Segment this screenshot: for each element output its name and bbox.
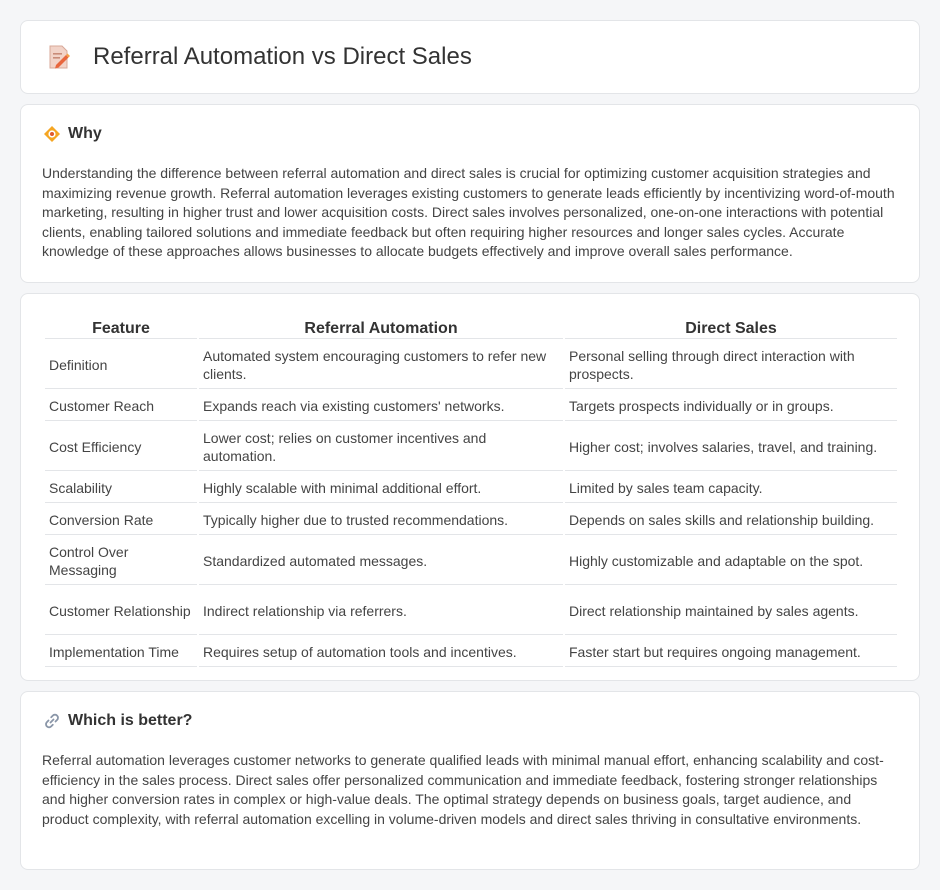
referral-cell: Requires setup of automation tools and i…: [199, 637, 563, 667]
referral-cell: Lower cost; relies on customer incentive…: [199, 423, 563, 471]
header-referral-automation: Referral Automation: [199, 320, 563, 339]
page-title: Referral Automation vs Direct Sales: [93, 43, 472, 70]
target-badge-icon: [44, 126, 60, 142]
table-row: Control Over Messaging Standardized auto…: [45, 537, 897, 585]
feature-cell: Customer Relationship: [45, 587, 197, 635]
table-row: Definition Automated system encouraging …: [45, 341, 897, 389]
referral-cell: Highly scalable with minimal additional …: [199, 473, 563, 503]
document-pencil-icon: [49, 45, 70, 69]
feature-cell: Cost Efficiency: [45, 423, 197, 471]
table-row: Cost Efficiency Lower cost; relies on cu…: [45, 423, 897, 471]
feature-cell: Conversion Rate: [45, 505, 197, 535]
direct-cell: Limited by sales team capacity.: [565, 473, 897, 503]
direct-cell: Faster start but requires ongoing manage…: [565, 637, 897, 667]
referral-cell: Indirect relationship via referrers.: [199, 587, 563, 635]
feature-cell: Implementation Time: [45, 637, 197, 667]
which-is-better-section: Which is better? Referral automation lev…: [20, 691, 920, 870]
referral-cell: Standardized automated messages.: [199, 537, 563, 585]
comparison-section: Feature Referral Automation Direct Sales…: [20, 293, 920, 681]
feature-cell: Scalability: [45, 473, 197, 503]
table-row: Implementation Time Requires setup of au…: [45, 637, 897, 667]
why-title: Why: [68, 125, 102, 142]
direct-cell: Depends on sales skills and relationship…: [565, 505, 897, 535]
link-icon: [45, 713, 59, 729]
feature-cell: Control Over Messaging: [45, 537, 197, 585]
feature-cell: Customer Reach: [45, 391, 197, 421]
table-row: Customer Reach Expands reach via existin…: [45, 391, 897, 421]
better-title: Which is better?: [68, 712, 193, 729]
referral-cell: Typically higher due to trusted recommen…: [199, 505, 563, 535]
referral-cell: Automated system encouraging customers t…: [199, 341, 563, 389]
direct-cell: Highly customizable and adaptable on the…: [565, 537, 897, 585]
header-direct-sales: Direct Sales: [565, 320, 897, 339]
better-text: Referral automation leverages customer n…: [42, 752, 884, 827]
header-feature: Feature: [45, 320, 197, 339]
table-header-row: Feature Referral Automation Direct Sales: [45, 320, 897, 339]
comparison-table: Feature Referral Automation Direct Sales…: [43, 318, 899, 669]
table-row: Scalability Highly scalable with minimal…: [45, 473, 897, 503]
direct-cell: Targets prospects individually or in gro…: [565, 391, 897, 421]
direct-cell: Personal selling through direct interact…: [565, 341, 897, 389]
direct-cell: Direct relationship maintained by sales …: [565, 587, 897, 635]
header-card: Referral Automation vs Direct Sales: [20, 20, 920, 94]
why-text: Understanding the difference between ref…: [42, 165, 895, 259]
feature-cell: Definition: [45, 341, 197, 389]
referral-cell: Expands reach via existing customers' ne…: [199, 391, 563, 421]
direct-cell: Higher cost; involves salaries, travel, …: [565, 423, 897, 471]
table-row: Conversion Rate Typically higher due to …: [45, 505, 897, 535]
why-section: Why Understanding the difference between…: [20, 104, 920, 283]
table-row: Customer Relationship Indirect relations…: [45, 587, 897, 635]
